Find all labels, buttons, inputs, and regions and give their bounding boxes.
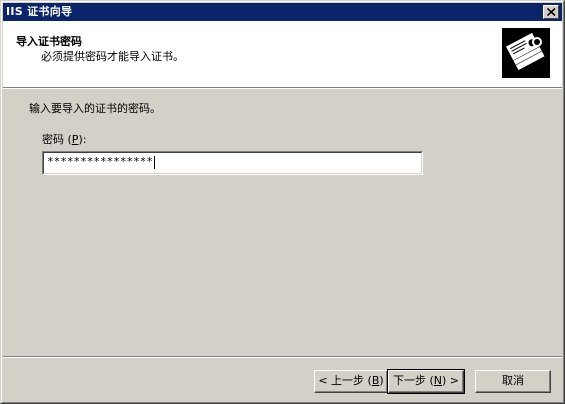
window-title: IIS 证书向导 [6, 5, 73, 18]
text-caret [153, 155, 155, 169]
password-label-prefix: 密码 ( [42, 133, 72, 146]
back-button-prefix: < 上一步 ( [318, 374, 372, 387]
back-button[interactable]: < 上一步 (B) [314, 370, 388, 393]
password-label-suffix: ): [78, 133, 87, 146]
header-title: 导入证书密码 [16, 35, 82, 48]
header-subtitle: 必须提供密码才能导入证书。 [41, 50, 184, 63]
header-divider [3, 87, 562, 89]
instruction-text: 输入要导入的证书的密码。 [29, 102, 161, 115]
password-label: 密码 (P): [42, 131, 86, 147]
next-button-suffix: ) > [442, 374, 460, 387]
cancel-button[interactable]: 取消 [475, 370, 551, 393]
close-icon [547, 8, 556, 16]
wizard-window: IIS 证书向导 导入证书密码 必须提供密码才能导入证书。 输入要导入的证书的密… [0, 0, 565, 404]
certificate-icon [502, 28, 550, 78]
wizard-header: 导入证书密码 必须提供密码才能导入证书。 [3, 21, 562, 87]
next-button[interactable]: 下一步 (N) > [387, 369, 465, 394]
footer-divider [3, 356, 562, 358]
title-bar[interactable]: IIS 证书向导 [3, 3, 562, 21]
password-field[interactable]: **************** [42, 151, 423, 175]
next-button-mnemonic: N [433, 374, 442, 387]
close-button[interactable] [543, 5, 559, 19]
next-button-prefix: 下一步 ( [392, 374, 434, 387]
password-field-inner[interactable]: **************** [43, 152, 422, 174]
back-button-suffix: ) [379, 374, 384, 387]
password-value: **************** [47, 155, 153, 168]
